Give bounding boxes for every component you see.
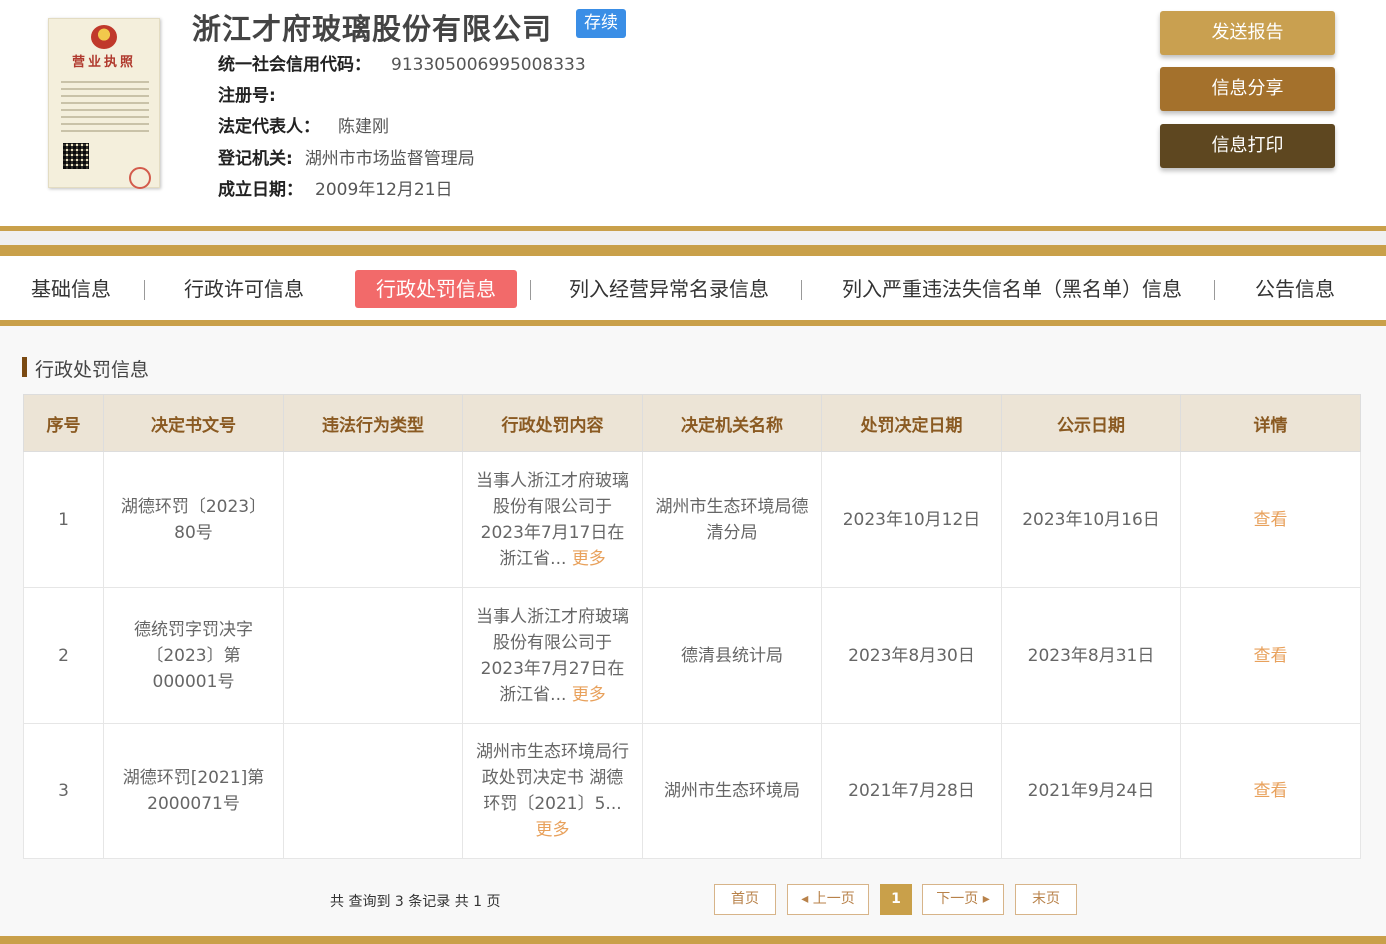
founded-value: 2009年12月21日 — [315, 180, 453, 200]
reg-no-row: 注册号: — [218, 81, 290, 106]
column-header: 违法行为类型 — [283, 394, 463, 452]
detail-cell: 查看 — [1180, 587, 1361, 724]
status-badge: 存续 — [576, 9, 626, 38]
tab-separator — [530, 280, 531, 300]
publish-date: 2023年8月31日 — [1001, 587, 1181, 724]
company-name: 浙江才府玻璃股份有限公司 — [192, 12, 553, 46]
content-panel: 行政处罚信息 序号 决定书文号 违法行为类型 行政处罚内容 决定机关名称 处罚决… — [0, 326, 1386, 936]
table-row: 3 湖德环罚[2021]第2000071号 湖州市生态环境局行政处罚决定书 湖德… — [23, 723, 1361, 859]
reg-authority-value: 湖州市市场监督管理局 — [304, 149, 475, 169]
send-report-button[interactable]: 发送报告 — [1160, 11, 1335, 55]
tab-separator — [801, 280, 802, 300]
decision-date: 2021年7月28日 — [821, 723, 1002, 859]
row-number: 2 — [23, 587, 104, 724]
legal-rep-value: 陈建刚 — [338, 117, 389, 137]
tab-abnormal-list[interactable]: 列入经营异常名录信息 — [569, 270, 769, 308]
next-page-button[interactable]: 下一页 ▸ — [922, 884, 1004, 915]
legal-rep-label: 法定代表人： — [218, 117, 320, 137]
next-page-label: 下一页 — [936, 891, 979, 907]
tab-admin-penalty[interactable]: 行政处罚信息 — [355, 270, 517, 308]
divider-band — [0, 245, 1386, 256]
reg-authority-label: 登记机关: — [218, 149, 293, 169]
view-detail-link[interactable]: 查看 — [1254, 781, 1288, 801]
divider-band — [0, 936, 1386, 944]
penalty-content: 湖州市生态环境局行政处罚决定书 湖德环罚〔2021〕5... — [476, 742, 629, 814]
founded-label: 成立日期： — [218, 180, 303, 200]
column-header: 决定书文号 — [103, 394, 284, 452]
seal-icon — [129, 167, 151, 189]
current-page-button[interactable]: 1 — [880, 884, 912, 915]
violation-type — [283, 587, 463, 724]
more-link[interactable]: 更多 — [536, 820, 570, 840]
more-link[interactable]: 更多 — [572, 549, 606, 569]
share-info-button[interactable]: 信息分享 — [1160, 67, 1335, 111]
last-page-button[interactable]: 末页 — [1015, 884, 1077, 915]
caret-left-icon: ◂ — [801, 891, 813, 907]
table-row: 1 湖德环罚〔2023〕80号 当事人浙江才府玻璃股份有限公司于2023年7月1… — [23, 451, 1361, 588]
decision-date: 2023年8月30日 — [821, 587, 1002, 724]
row-number: 3 — [23, 723, 104, 859]
license-text-lines — [61, 81, 149, 137]
decision-doc-no: 湖德环罚〔2023〕80号 — [103, 451, 284, 588]
column-header: 行政处罚内容 — [462, 394, 643, 452]
publish-date: 2021年9月24日 — [1001, 723, 1181, 859]
penalty-content-cell: 当事人浙江才府玻璃股份有限公司于2023年7月17日在浙江省... 更多 — [462, 451, 643, 588]
decision-authority: 湖州市生态环境局 — [642, 723, 822, 859]
column-header: 处罚决定日期 — [821, 394, 1002, 452]
pagination-summary: 共 查询到 3 条记录 共 1 页 — [330, 894, 501, 910]
legal-rep-row: 法定代表人： 陈建刚 — [218, 112, 389, 137]
view-detail-link[interactable]: 查看 — [1254, 510, 1288, 530]
column-header: 详情 — [1180, 394, 1361, 452]
decision-doc-no: 湖德环罚[2021]第2000071号 — [103, 723, 284, 859]
credit-code-row: 统一社会信用代码： 913305006995008333 — [218, 50, 586, 75]
penalty-table: 序号 决定书文号 违法行为类型 行政处罚内容 决定机关名称 处罚决定日期 公示日… — [23, 394, 1361, 859]
reg-no-label: 注册号: — [218, 86, 276, 106]
tab-separator — [1214, 280, 1215, 300]
tab-separator — [144, 280, 145, 300]
prev-page-label: 上一页 — [812, 891, 855, 907]
business-license-image[interactable]: 营业执照 — [48, 18, 160, 189]
penalty-content: 当事人浙江才府玻璃股份有限公司于2023年7月17日在浙江省... — [476, 470, 629, 569]
founded-row: 成立日期： 2009年12月21日 — [218, 175, 453, 200]
penalty-content: 当事人浙江才府玻璃股份有限公司于2023年7月27日在浙江省... — [476, 606, 629, 705]
column-header: 序号 — [23, 394, 104, 452]
reg-authority-row: 登记机关: 湖州市市场监督管理局 — [218, 144, 475, 169]
detail-cell: 查看 — [1180, 723, 1361, 859]
detail-cell: 查看 — [1180, 451, 1361, 588]
tab-basic-info[interactable]: 基础信息 — [31, 270, 111, 308]
decision-authority: 湖州市生态环境局德清分局 — [642, 451, 822, 588]
row-number: 1 — [23, 451, 104, 588]
first-page-button[interactable]: 首页 — [714, 884, 776, 915]
qr-code-icon — [63, 143, 89, 169]
decision-date: 2023年10月12日 — [821, 451, 1002, 588]
print-info-button[interactable]: 信息打印 — [1160, 124, 1335, 168]
violation-type — [283, 723, 463, 859]
more-link[interactable]: 更多 — [572, 685, 606, 705]
credit-code-value: 913305006995008333 — [391, 55, 586, 75]
violation-type — [283, 451, 463, 588]
section-title: 行政处罚信息 — [22, 355, 149, 382]
company-header: 营业执照 浙江才府玻璃股份有限公司 存续 统一社会信用代码： 9133050069… — [0, 0, 1386, 226]
table-header-row: 序号 决定书文号 违法行为类型 行政处罚内容 决定机关名称 处罚决定日期 公示日… — [23, 394, 1361, 452]
decision-doc-no: 德统罚字罚决字〔2023〕第000001号 — [103, 587, 284, 724]
penalty-content-cell: 湖州市生态环境局行政处罚决定书 湖德环罚〔2021〕5... 更多 — [462, 723, 643, 859]
tab-announcements[interactable]: 公告信息 — [1255, 270, 1335, 308]
tab-blacklist[interactable]: 列入严重违法失信名单（黑名单）信息 — [842, 270, 1182, 308]
tab-admin-license[interactable]: 行政许可信息 — [184, 270, 304, 308]
national-emblem-icon — [91, 25, 117, 49]
view-detail-link[interactable]: 查看 — [1254, 646, 1288, 666]
license-title: 营业执照 — [71, 55, 136, 70]
tab-bar: 基础信息 行政许可信息 行政处罚信息 列入经营异常名录信息 列入严重违法失信名单… — [0, 256, 1386, 322]
table-row: 2 德统罚字罚决字〔2023〕第000001号 当事人浙江才府玻璃股份有限公司于… — [23, 587, 1361, 724]
decision-authority: 德清县统计局 — [642, 587, 822, 724]
caret-right-icon: ▸ — [978, 891, 990, 907]
penalty-content-cell: 当事人浙江才府玻璃股份有限公司于2023年7月27日在浙江省... 更多 — [462, 587, 643, 724]
column-header: 决定机关名称 — [642, 394, 822, 452]
publish-date: 2023年10月16日 — [1001, 451, 1181, 588]
column-header: 公示日期 — [1001, 394, 1181, 452]
prev-page-button[interactable]: ◂ 上一页 — [787, 884, 869, 915]
credit-code-label: 统一社会信用代码： — [218, 55, 371, 75]
divider-gap — [0, 231, 1386, 245]
